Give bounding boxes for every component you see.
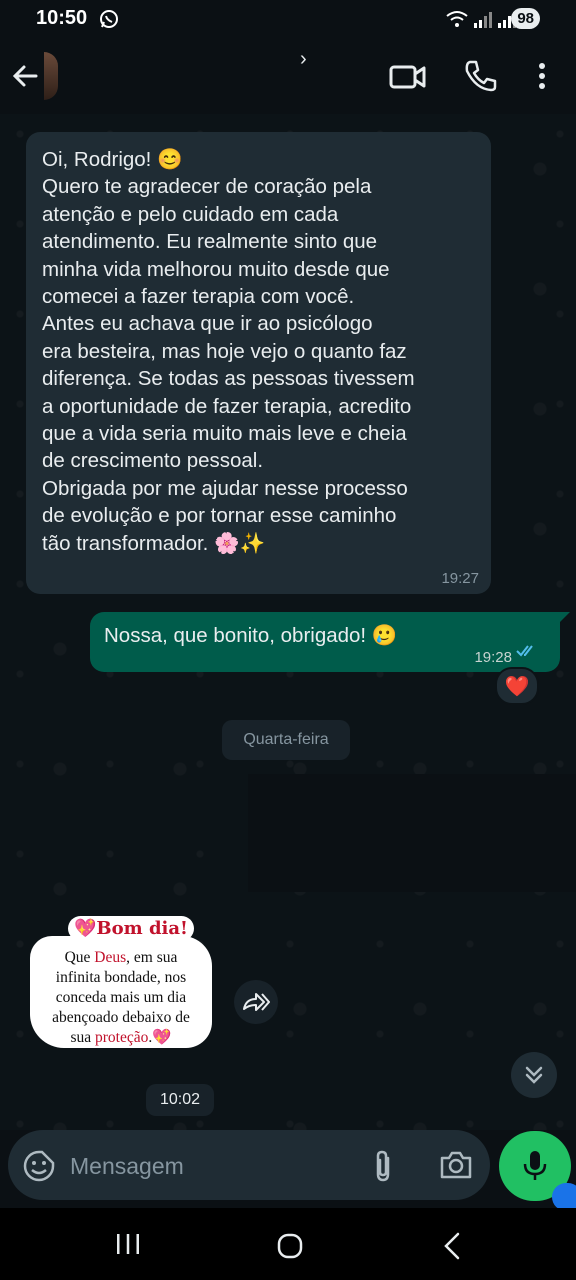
message-timestamp: 19:27 <box>441 570 479 587</box>
battery-badge: 98 <box>511 8 540 29</box>
chat-header: › <box>0 40 576 114</box>
message-text: Nossa, que bonito, obrigado! 🥲 <box>104 624 398 647</box>
phone-icon[interactable] <box>462 58 498 94</box>
sticker-text-part: Que <box>64 949 95 966</box>
sticker-text-part: sua <box>70 1029 95 1046</box>
back-icon[interactable] <box>440 1232 464 1265</box>
message-timestamp: 10:02 <box>146 1084 214 1116</box>
avatar[interactable] <box>44 52 58 100</box>
status-bar: 10:50 98 <box>0 0 576 40</box>
sticker-text: Que Deus, em sua infinita bondade, nos c… <box>32 948 210 1048</box>
message-line: que a vida seria muito mais leve e cheia <box>42 422 407 446</box>
sticker-text-line: conceda mais um dia <box>55 989 187 1006</box>
message-line: de evolução e por tornar esse caminho <box>42 504 397 528</box>
message-line: atendimento. Eu realmente sinto que <box>42 230 378 254</box>
status-time: 10:50 <box>36 7 88 29</box>
back-arrow-icon[interactable] <box>10 60 42 92</box>
date-separator: Quarta-feira <box>222 720 350 760</box>
sticker-text-part: proteção <box>95 1029 149 1046</box>
bubble-tail <box>558 612 570 624</box>
incoming-message[interactable]: Oi, Rodrigo! 😊 Quero te agradecer de cor… <box>26 132 491 594</box>
message-line: Quero te agradecer de coração pela <box>42 175 372 199</box>
message-line: tão transformador. 🌸✨ <box>42 531 266 555</box>
message-line: de crescimento pessoal. <box>42 449 264 473</box>
message-input[interactable] <box>68 1144 352 1188</box>
signal-icon <box>474 12 492 28</box>
double-check-icon <box>516 644 538 663</box>
compose-bar <box>8 1130 490 1200</box>
message-line: comecei a fazer terapia com você. <box>42 285 355 309</box>
message-line: atenção e pelo cuidado em cada <box>42 202 339 226</box>
message-line: Obrigada por me ajudar nesse processo <box>42 476 408 500</box>
message-line: minha vida melhorou muito desde que <box>42 257 390 281</box>
message-line: a oportunidade de fazer terapia, acredit… <box>42 394 412 418</box>
reaction-heart-icon[interactable]: ❤️ <box>495 667 539 705</box>
floating-overlay-icon[interactable] <box>552 1183 576 1211</box>
system-nav-bar <box>0 1208 576 1280</box>
message-line: diferença. Se todas as pessoas tivessem <box>42 367 415 391</box>
sticker-message[interactable]: 💖Bom dia! Que Deus, em sua infinita bond… <box>24 910 214 1050</box>
video-call-icon[interactable] <box>388 60 428 94</box>
attach-icon[interactable] <box>368 1148 398 1184</box>
sticker-title: 💖Bom dia! <box>68 916 194 941</box>
double-chevron-down-icon[interactable] <box>511 1052 557 1098</box>
message-timestamp: 19:28 <box>474 649 512 666</box>
signal-icon-group <box>446 10 516 28</box>
camera-icon[interactable] <box>438 1148 474 1182</box>
dark-overlay <box>248 774 576 892</box>
sticker-text-part: .💖 <box>148 1029 172 1046</box>
contact-name[interactable]: › <box>300 48 307 71</box>
sticker-icon[interactable] <box>22 1149 56 1183</box>
home-icon[interactable] <box>276 1232 304 1265</box>
heart-icon: ❤️ <box>504 675 530 698</box>
sticker-text-part: Deus <box>94 949 127 966</box>
sticker-text-line: infinita bondade, nos <box>55 969 187 986</box>
forward-icon[interactable] <box>234 980 278 1024</box>
message-line: Antes eu achava que ir ao psicólogo <box>42 312 373 336</box>
sticker-text-line: abençoado debaixo de <box>52 1009 190 1026</box>
whatsapp-icon <box>99 9 119 34</box>
chat-area[interactable]: Oi, Rodrigo! 😊 Quero te agradecer de cor… <box>0 114 576 1130</box>
message-line: Oi, Rodrigo! 😊 <box>42 148 183 171</box>
outgoing-message[interactable]: Nossa, que bonito, obrigado! 🥲 19:28 <box>90 612 570 672</box>
sticker-text-part: , em sua <box>126 949 178 966</box>
message-line: era besteira, mas hoje vejo o quanto faz <box>42 339 407 363</box>
recent-apps-icon[interactable] <box>114 1232 142 1261</box>
more-vert-icon[interactable] <box>530 58 554 94</box>
wifi-icon <box>446 11 468 27</box>
